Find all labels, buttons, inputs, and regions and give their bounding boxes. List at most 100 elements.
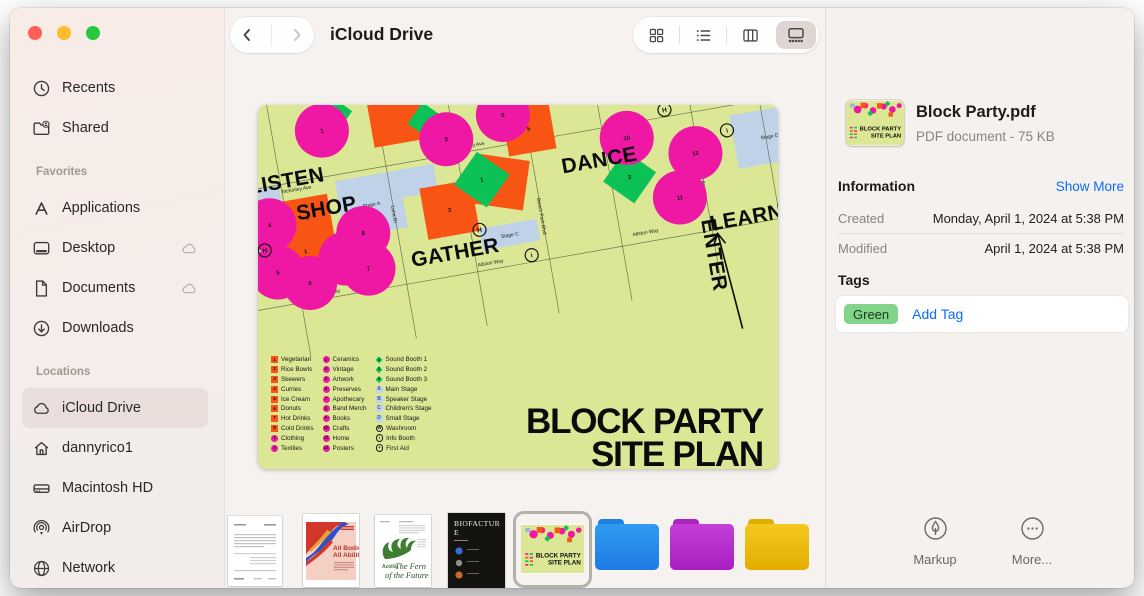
sidebar-item-documents[interactable]: Documents [22, 268, 208, 308]
legend-label: Info Booth [386, 435, 415, 442]
svg-text:10: 10 [623, 135, 630, 142]
minimize-window-button[interactable] [57, 26, 71, 40]
legend-row: + First Aid [376, 443, 432, 453]
traffic-lights [28, 26, 100, 40]
markup-button[interactable]: Markup [890, 516, 980, 567]
sidebar-item-label: Applications [62, 200, 140, 216]
thumbnail-biofacture-document[interactable]: BIOFACTUR E [448, 513, 505, 588]
legend-row: 1 Vegetarian [271, 355, 314, 365]
tag-green[interactable]: Green [844, 304, 898, 324]
thumbnail-text-document[interactable] [228, 516, 282, 586]
text-document-preview [228, 516, 282, 586]
sidebar-item-macintosh-hd[interactable]: Macintosh HD [22, 468, 208, 508]
sidebar-item-shared[interactable]: Shared [22, 108, 208, 148]
add-tag-button[interactable]: Add Tag [912, 306, 963, 322]
forward-button[interactable] [288, 26, 306, 44]
legend-label: Curries [281, 386, 301, 393]
legend-marker: 6 [271, 405, 278, 412]
information-rows: Created Monday, April 1, 2024 at 5:38 PM… [838, 204, 1124, 263]
all-bodies-title-1: All Bodies, [333, 545, 359, 552]
legend-row: 2 Rice Bowls [271, 365, 314, 375]
legend-label: Posters [333, 445, 354, 452]
sidebar-item-downloads[interactable]: Downloads [22, 308, 208, 348]
sidebar-item-label: iCloud Drive [62, 400, 141, 416]
legend-label: Rice Bowls [281, 366, 312, 373]
legend-marker: 5 [323, 376, 330, 383]
legend-label: Main Stage [386, 386, 418, 393]
close-window-button[interactable] [28, 26, 42, 40]
legend-row: 1 Sound Booth 1 [376, 355, 432, 365]
azolla-preview: Azolla: The Fern of the Future [375, 515, 431, 587]
folder-body [745, 524, 809, 570]
sidebar-item-airdrop[interactable]: AirDrop [22, 508, 208, 548]
file-kind: PDF document - 75 KB [916, 129, 1055, 144]
legend-row: 5 Artwork [323, 375, 367, 385]
list-view-button[interactable] [680, 17, 726, 53]
gallery-view-icon [788, 27, 804, 43]
thumbnail-yellow-folder[interactable] [745, 519, 809, 571]
thumbnail-blue-folder[interactable] [595, 519, 659, 571]
more-button[interactable]: More... [987, 516, 1077, 567]
legend-marker: 11 [323, 435, 330, 442]
legend-row: 10 Crafts [323, 424, 367, 434]
cloud-badge-icon [180, 402, 198, 415]
sidebar-item-applications[interactable]: Applications [22, 188, 208, 228]
legend-label: Ceramics [333, 356, 360, 363]
sidebar-section-header-locations: Locations [36, 366, 224, 386]
legend-marker: 7 [271, 415, 278, 422]
legend-row: 8 Cold Drinks [271, 424, 314, 434]
legend-row: B Speaker Stage [376, 394, 432, 404]
legend-marker: 4 [323, 366, 330, 373]
biofacture-title-1: BIOFACTUR [454, 519, 501, 528]
folder-body [670, 524, 734, 570]
legend-label: Skewers [281, 376, 305, 383]
sidebar-item-icloud-drive[interactable]: iCloud Drive [22, 388, 208, 428]
cloud-badge-icon [180, 562, 198, 575]
sidebar-item-dannyrico1[interactable]: dannyrico1 [22, 428, 208, 468]
sidebar-item-desktop[interactable]: Desktop [22, 228, 208, 268]
show-more-link[interactable]: Show More [1056, 179, 1124, 194]
gallery-view-button-selected[interactable] [773, 17, 819, 53]
column-view-button[interactable] [727, 17, 773, 53]
sidebar-item-recents[interactable]: Recents [22, 68, 208, 108]
legend-marker: C [376, 405, 383, 412]
thumbnail-azolla-document[interactable]: Azolla: The Fern of the Future [375, 515, 431, 587]
legend-label: Clothing [281, 435, 304, 442]
thumbnail-block-party-pdf-selected[interactable] [521, 524, 584, 574]
file-thumbnail [846, 100, 904, 146]
legend-row: 5 Ice Cream [271, 394, 314, 404]
zoom-window-button[interactable] [86, 26, 100, 40]
sidebar-item-icon [32, 319, 51, 338]
legend-row: 3 Skewers [271, 375, 314, 385]
sidebar-item-network[interactable]: Network [22, 548, 208, 588]
legend-marker: 7 [323, 396, 330, 403]
sidebar-locations-section: iCloud Drive dannyrico1 Macintosh HD [10, 388, 224, 588]
legend-row: 8 Band Merch [323, 404, 367, 414]
cloud-badge-icon [180, 322, 198, 335]
thumbnail-all-bodies-document[interactable]: All Bodies, All Abilities [303, 514, 359, 587]
legend-marker: 8 [271, 425, 278, 432]
block-party-mini-preview [521, 524, 584, 574]
legend-label: Books [333, 415, 351, 422]
svg-text:12: 12 [692, 151, 699, 158]
biofacture-title-2: E [454, 528, 459, 537]
cloud-badge-icon [180, 482, 198, 495]
sidebar-item-label: AirDrop [62, 520, 111, 536]
thumbnail-purple-folder[interactable] [670, 519, 734, 571]
information-row: Created Monday, April 1, 2024 at 5:38 PM [838, 204, 1124, 233]
folder-body [595, 524, 659, 570]
column-view-icon [743, 28, 758, 43]
sidebar-item-icon [32, 119, 51, 138]
sidebar-item-icon [32, 519, 51, 538]
back-button[interactable] [238, 26, 256, 44]
legend-row: D Small Stage [376, 414, 432, 424]
legend-marker: B [376, 396, 383, 403]
tags-field[interactable]: Green Add Tag [836, 296, 1128, 332]
legend-marker: 2 [271, 366, 278, 373]
legend-row: 2 Sound Booth 2 [376, 365, 432, 375]
gallery-preview-block-party-pdf[interactable]: Stage AStage CStage DMcKinley AveMcKinle… [258, 105, 778, 469]
legend-label: Children's Stage [386, 405, 432, 412]
legend-marker: i [376, 434, 384, 442]
legend-label: Apothecary [333, 396, 365, 403]
icon-view-button[interactable] [633, 17, 679, 53]
